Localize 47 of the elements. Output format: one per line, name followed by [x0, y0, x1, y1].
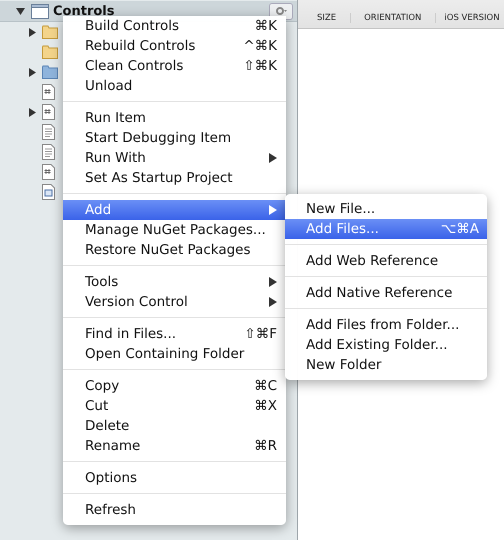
disclosure-triangle-icon[interactable]: [29, 108, 38, 116]
menu-item[interactable]: Manage NuGet Packages...: [63, 220, 286, 240]
menu-item[interactable]: Rebuild Controls ^⌘K: [63, 36, 286, 56]
code-file-icon: [42, 164, 55, 180]
folder-icon: [42, 65, 58, 79]
column-heading[interactable]: iOS VERSION: [436, 13, 500, 23]
disclosure-triangle-icon[interactable]: [16, 6, 25, 16]
folder-icon: [42, 45, 58, 59]
menu-item[interactable]: Add Native Reference: [285, 283, 487, 303]
menu-item[interactable]: Restore NuGet Packages: [63, 240, 286, 260]
menu-item[interactable]: Run Item: [63, 108, 286, 128]
menu-item[interactable]: Clean Controls ⇧⌘K: [63, 56, 286, 76]
code-file-icon: [42, 84, 55, 100]
menu-item[interactable]: Refresh: [63, 500, 286, 520]
menu-item[interactable]: Tools: [63, 272, 286, 292]
menu-item[interactable]: Options: [63, 468, 286, 488]
gear-icon: [275, 6, 287, 16]
menu-item[interactable]: Add Files... ⌥⌘A: [285, 219, 487, 239]
menu-item[interactable]: Open Containing Folder: [63, 344, 286, 364]
project-icon: [31, 4, 49, 18]
menu-item[interactable]: Add Files from Folder...: [285, 315, 487, 335]
menu-item[interactable]: Unload: [63, 76, 286, 96]
menu-item[interactable]: Add: [63, 200, 286, 220]
menu-item[interactable]: Build Controls ⌘K: [63, 16, 286, 36]
menu-item[interactable]: Copy ⌘C: [63, 376, 286, 396]
project-name[interactable]: Controls: [53, 4, 114, 18]
menu-item[interactable]: Start Debugging Item: [63, 128, 286, 148]
menu-item[interactable]: Add Web Reference: [285, 251, 487, 271]
disclosure-triangle-icon[interactable]: [29, 28, 38, 36]
column-heading[interactable]: SIZE: [317, 13, 352, 23]
document-icon: [42, 144, 55, 160]
menu-item[interactable]: Cut ⌘X: [63, 396, 286, 416]
folder-icon: [42, 25, 58, 39]
menu-item[interactable]: Rename ⌘R: [63, 436, 286, 456]
menu-item[interactable]: New Folder: [285, 355, 487, 375]
column-heading[interactable]: ORIENTATION: [351, 13, 436, 23]
menu-item[interactable]: Set As Startup Project: [63, 168, 286, 188]
menu-item[interactable]: Find in Files... ⇧⌘F: [63, 324, 286, 344]
menu-item[interactable]: New File...: [285, 199, 487, 219]
document-icon: [42, 124, 55, 140]
menu-item[interactable]: Delete: [63, 416, 286, 436]
menu-item[interactable]: Run With: [63, 148, 286, 168]
storyboard-file-icon: [42, 184, 55, 200]
menu-item[interactable]: Version Control: [63, 292, 286, 312]
disclosure-triangle-icon[interactable]: [29, 68, 38, 76]
code-file-icon: [42, 104, 55, 120]
menu-item[interactable]: Add Existing Folder...: [285, 335, 487, 355]
